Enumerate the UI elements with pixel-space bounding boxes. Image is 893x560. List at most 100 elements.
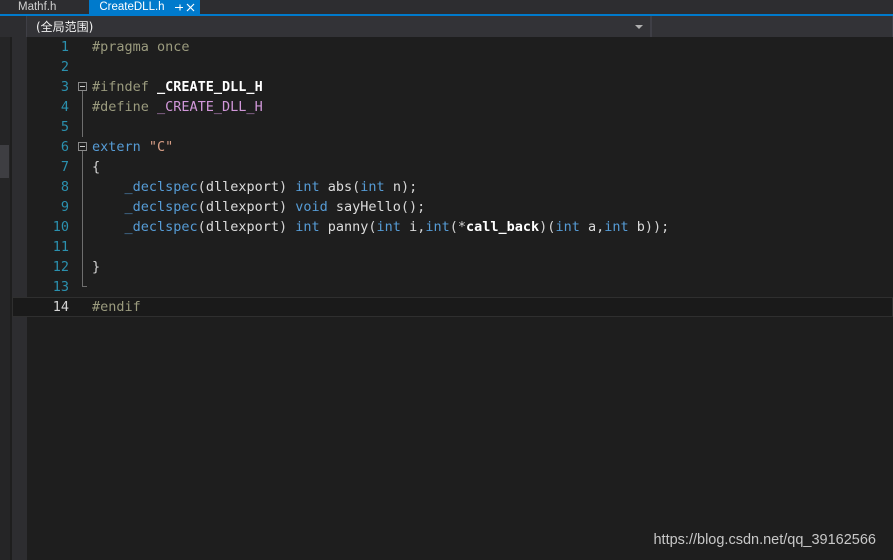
fold-margin-empty	[76, 297, 92, 317]
code-line[interactable]: 12}	[12, 257, 893, 277]
fold-collapse-icon[interactable]	[76, 77, 92, 97]
code-token: dllexport	[205, 179, 279, 195]
fold-guide-line-segment	[82, 177, 83, 197]
code-token: (*	[449, 219, 467, 235]
code-token: _CREATE_DLL_H	[157, 99, 263, 115]
code-token: ();	[400, 199, 426, 215]
fold-margin-empty	[76, 37, 92, 57]
tab-label: CreateDLL.h	[99, 1, 165, 13]
code-token: _declspec	[124, 219, 198, 235]
fold-guide-line	[76, 217, 92, 237]
code-line[interactable]: 11	[12, 237, 893, 257]
code-line[interactable]: 5	[12, 117, 893, 137]
code-line-text: extern "C"	[92, 137, 173, 157]
code-token: )	[278, 179, 296, 195]
code-token: int	[360, 179, 385, 195]
code-line[interactable]: 9 _declspec(dllexport) void sayHello();	[12, 197, 893, 217]
fold-guide-line-segment	[82, 117, 83, 137]
code-line-text: }	[92, 257, 100, 277]
code-token: dllexport	[205, 199, 279, 215]
chevron-down-icon	[635, 24, 643, 29]
code-line-text: #endif	[92, 297, 141, 317]
code-token: _declspec	[124, 199, 198, 215]
fold-guide-line-segment	[82, 157, 83, 177]
fold-region-end	[76, 277, 92, 297]
editor-navigation-bar: (全局范围)	[0, 14, 893, 37]
fold-box[interactable]	[78, 142, 87, 151]
fold-guide-line-segment	[82, 237, 83, 257]
code-line-text: _declspec(dllexport) int panny(int i,int…	[92, 217, 670, 237]
left-rail-scrollbar-thumb[interactable]	[0, 145, 9, 178]
line-number: 2	[60, 59, 69, 75]
code-token: {	[92, 159, 101, 175]
fold-guide-line	[76, 237, 92, 257]
tab-mathf-h[interactable]: Mathf.h	[0, 0, 90, 14]
code-line[interactable]: 13	[12, 277, 893, 297]
line-number: 11	[52, 239, 69, 255]
fold-box[interactable]	[78, 82, 87, 91]
code-surface[interactable]: 1 #pragma once 2 3 #ifndef _CREATE_DLL_H 4 #de…	[12, 37, 893, 560]
scope-dropdown[interactable]: (全局范围)	[26, 16, 651, 37]
code-line[interactable]: 7{	[12, 157, 893, 177]
fold-margin-empty	[76, 57, 92, 77]
line-number: 8	[60, 179, 69, 195]
line-number: 14	[52, 299, 69, 315]
code-line[interactable]: 6 extern "C"	[12, 137, 893, 157]
code-token: void	[295, 199, 328, 215]
code-line[interactable]: 8 _declspec(dllexport) int abs(int n);	[12, 177, 893, 197]
code-token: int	[425, 219, 450, 235]
line-number: 5	[60, 119, 69, 135]
fold-guide-line	[76, 157, 92, 177]
nav-bar-left-pad	[0, 16, 26, 37]
code-token: int	[295, 179, 320, 195]
code-editor[interactable]: 1 #pragma once 2 3 #ifndef _CREATE_DLL_H 4 #de…	[12, 37, 893, 560]
line-number: 10	[52, 219, 69, 235]
close-icon[interactable]	[185, 2, 196, 13]
code-token: abs	[327, 179, 353, 195]
code-token: sayHello	[335, 199, 401, 215]
line-number: 12	[52, 259, 69, 275]
fold-guide-line	[76, 117, 92, 137]
code-line[interactable]: 3 #ifndef _CREATE_DLL_H	[12, 77, 893, 97]
line-number: 3	[60, 79, 69, 95]
fold-guide-line	[76, 257, 92, 277]
line-number: 1	[60, 39, 69, 55]
member-dropdown[interactable]	[651, 16, 893, 37]
fold-collapse-icon[interactable]	[76, 137, 92, 157]
code-token: _declspec	[124, 179, 198, 195]
code-line-text: #define _CREATE_DLL_H	[92, 97, 263, 117]
code-token: _CREATE_DLL_H	[157, 79, 263, 95]
code-token: );	[400, 179, 418, 195]
code-line[interactable]: 10 _declspec(dllexport) int panny(int i,…	[12, 217, 893, 237]
code-token: panny	[327, 219, 369, 235]
editor-tab-strip: Mathf.h CreateDLL.h	[0, 0, 893, 14]
code-token: i	[409, 219, 418, 235]
scope-dropdown-value: (全局范围)	[36, 20, 94, 34]
fold-end-bracket	[82, 277, 87, 287]
code-token: )	[278, 199, 296, 215]
pin-icon[interactable]	[173, 2, 184, 13]
code-token: int	[376, 219, 401, 235]
code-token: int	[555, 219, 580, 235]
code-token: (	[368, 219, 377, 235]
code-token: }	[92, 259, 101, 275]
code-token: (	[197, 219, 206, 235]
code-token: #ifndef	[92, 79, 158, 95]
tab-createdll-h[interactable]: CreateDLL.h	[89, 0, 200, 14]
fold-guide-line	[76, 197, 92, 217]
code-token: (	[197, 199, 206, 215]
code-token: b	[636, 219, 645, 235]
code-line[interactable]: 2	[12, 57, 893, 77]
code-line[interactable]: 4 #define _CREATE_DLL_H	[12, 97, 893, 117]
code-line[interactable]: 1 #pragma once	[12, 37, 893, 57]
code-line[interactable]: 14 #endif	[12, 297, 893, 317]
